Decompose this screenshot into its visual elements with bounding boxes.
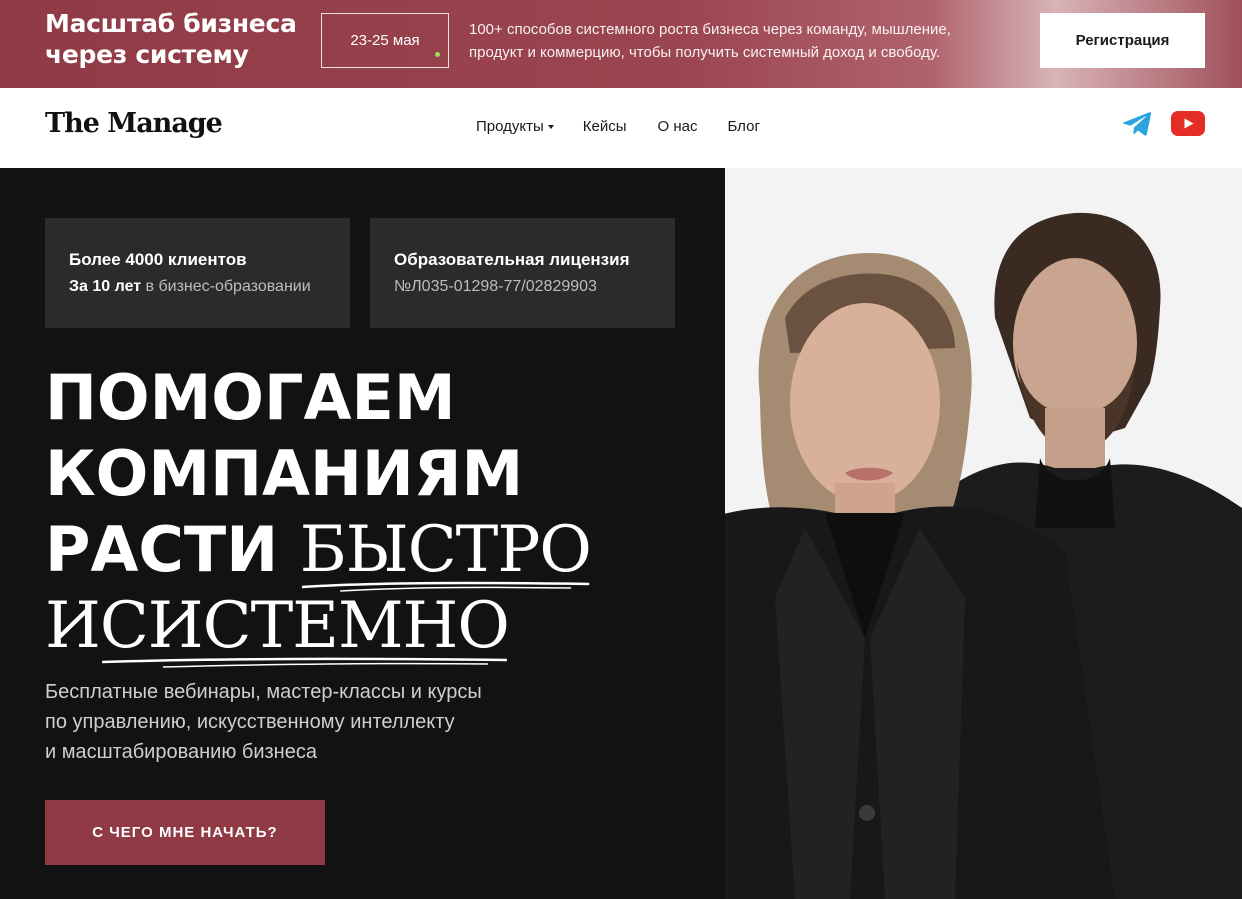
hero-title-line: Помогаем [45,361,456,434]
stat-title: Более 4000 клиентов [69,250,247,269]
promo-dates-text: 23-25 мая [350,32,420,49]
accent-word: БЫСТРО [300,512,592,592]
register-button[interactable]: Регистрация [1040,13,1205,68]
main-nav: Продукты Кейсы О нас Блог [476,118,760,135]
hero-title: Помогаем компаниям Расти БЫСТРО И СИСТЕМ… [45,360,705,668]
nav-item-blog[interactable]: Блог [728,118,760,135]
accent-word: СИСТЕМНО [100,588,510,668]
youtube-icon[interactable] [1171,111,1205,136]
hero-title-line: И СИСТЕМНО [45,588,705,668]
promo-banner: Масштаб бизнеса через систему 23-25 мая … [0,0,1242,88]
live-dot-icon [435,52,440,57]
promo-title: Масштаб бизнеса через систему [45,9,297,69]
site-header: The Manage Продукты Кейсы О нас Блог [0,88,1242,168]
promo-description: 100+ способов системного роста бизнеса ч… [469,21,951,61]
stat-card-clients: Более 4000 клиентов За 10 лет в бизнес-о… [45,218,350,328]
nav-item-cases[interactable]: Кейсы [583,118,627,135]
caret-down-icon [547,125,554,129]
nav-item-products[interactable]: Продукты [476,118,554,135]
brush-underline-icon [101,657,507,668]
logo[interactable]: The Manage [45,108,223,139]
telegram-icon[interactable] [1122,111,1152,137]
hero-title-line: компаниям [45,437,524,510]
nav-item-label: Продукты [476,118,544,135]
hero-title-line: Расти БЫСТРО [45,512,705,592]
hero-photo-area [725,168,1242,899]
stat-title: Образовательная лицензия [394,250,630,269]
nav-item-about[interactable]: О нас [658,118,698,135]
stat-card-license: Образовательная лицензия №Л035-01298-77/… [370,218,675,328]
start-button[interactable]: С ЧЕГО МНЕ НАЧАТЬ? [45,800,325,865]
promo-dates: 23-25 мая [321,13,449,68]
hero-section: Более 4000 клиентов За 10 лет в бизнес-о… [0,168,725,899]
stat-subtitle: За 10 лет в бизнес-образовании [69,278,311,295]
stat-subtitle: №Л035-01298-77/02829903 [394,278,597,295]
hosts-photo [725,212,1242,899]
hero-description: Бесплатные вебинары, мастер-классы и кур… [45,681,482,763]
